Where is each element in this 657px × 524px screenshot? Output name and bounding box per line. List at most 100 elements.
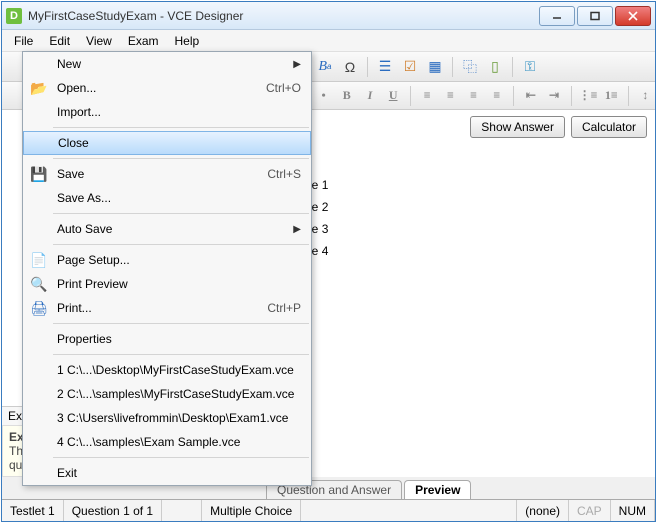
menu-separator bbox=[53, 213, 309, 214]
checklist-icon[interactable]: ☑ bbox=[399, 56, 421, 78]
status-num: NUM bbox=[611, 500, 655, 521]
toolbar-separator bbox=[628, 86, 629, 106]
format-icon[interactable]: Ba bbox=[314, 56, 336, 78]
menu-item-exit[interactable]: Exit bbox=[23, 461, 311, 485]
menu-item-recent-4[interactable]: 4 C:\...\samples\Exam Sample.vce bbox=[23, 430, 311, 454]
menu-separator bbox=[53, 457, 309, 458]
menu-separator bbox=[53, 127, 309, 128]
choice-1[interactable]: Choice 1 bbox=[273, 174, 645, 196]
close-window-button[interactable] bbox=[615, 6, 651, 26]
statusbar: Testlet 1 Question 1 of 1 Multiple Choic… bbox=[2, 499, 655, 521]
status-cap: CAP bbox=[569, 500, 611, 521]
toolbar-separator bbox=[367, 57, 368, 77]
menu-exam[interactable]: Exam bbox=[120, 31, 167, 51]
menu-item-close[interactable]: Close bbox=[23, 131, 311, 155]
menu-item-save[interactable]: 💾 Save Ctrl+S bbox=[23, 162, 311, 186]
menu-item-label: Import... bbox=[51, 105, 301, 119]
menu-item-recent-2[interactable]: 2 C:\...\samples\MyFirstCaseStudyExam.vc… bbox=[23, 382, 311, 406]
align-justify-icon[interactable]: ≡ bbox=[487, 85, 506, 107]
number-list-icon[interactable]: 1≡ bbox=[602, 85, 621, 107]
window-title: MyFirstCaseStudyExam - VCE Designer bbox=[28, 9, 539, 23]
file-menu-dropdown: New ▶ 📂 Open... Ctrl+O Import... Close 💾… bbox=[22, 51, 312, 486]
list-icon[interactable]: ☰ bbox=[374, 56, 396, 78]
choice-4[interactable]: Choice 4 bbox=[273, 240, 645, 262]
align-right-icon[interactable]: ≡ bbox=[464, 85, 483, 107]
menu-item-label: Page Setup... bbox=[51, 253, 301, 267]
underline-icon[interactable]: U bbox=[384, 85, 403, 107]
status-question-type: Multiple Choice bbox=[202, 500, 301, 521]
table-icon[interactable]: ▦ bbox=[424, 56, 446, 78]
menu-item-label: Save As... bbox=[51, 191, 301, 205]
preview-panel: of 1 Show Answer Calculator ion text Cho… bbox=[262, 110, 655, 477]
italic-icon[interactable]: I bbox=[360, 85, 379, 107]
align-center-icon[interactable]: ≡ bbox=[441, 85, 460, 107]
menu-item-new[interactable]: New ▶ bbox=[23, 52, 311, 76]
menu-item-shortcut: Ctrl+P bbox=[267, 301, 301, 315]
menu-item-auto-save[interactable]: Auto Save ▶ bbox=[23, 217, 311, 241]
menu-item-recent-1[interactable]: 1 C:\...\Desktop\MyFirstCaseStudyExam.vc… bbox=[23, 358, 311, 382]
menu-view[interactable]: View bbox=[78, 31, 120, 51]
print-preview-icon: 🔍 bbox=[27, 276, 51, 293]
status-spacer bbox=[301, 500, 517, 521]
special-char-icon[interactable]: Ω bbox=[339, 56, 361, 78]
choice-2[interactable]: Choice 2 bbox=[273, 196, 645, 218]
status-testlet: Testlet 1 bbox=[2, 500, 64, 521]
menu-item-save-as[interactable]: Save As... bbox=[23, 186, 311, 210]
status-question-number: Question 1 of 1 bbox=[64, 500, 162, 521]
copy-icon[interactable]: ⿻ bbox=[459, 56, 481, 78]
menu-edit[interactable]: Edit bbox=[41, 31, 78, 51]
align-left-icon[interactable]: ≡ bbox=[418, 85, 437, 107]
maximize-button[interactable] bbox=[577, 6, 613, 26]
menu-item-label: Open... bbox=[51, 81, 266, 95]
menu-item-label: Print Preview bbox=[51, 277, 301, 291]
question-header: of 1 Show Answer Calculator bbox=[263, 110, 655, 144]
submenu-arrow-icon: ▶ bbox=[293, 224, 301, 235]
menu-item-label: Auto Save bbox=[51, 222, 293, 236]
bold-icon[interactable]: B bbox=[337, 85, 356, 107]
menu-item-print[interactable]: 🖨 Print... Ctrl+P bbox=[23, 296, 311, 320]
menu-item-shortcut: Ctrl+S bbox=[267, 167, 301, 181]
menu-separator bbox=[53, 354, 309, 355]
choice-3[interactable]: Choice 3 bbox=[273, 218, 645, 240]
calculator-button[interactable]: Calculator bbox=[571, 116, 647, 138]
menu-item-label: Exit bbox=[51, 466, 301, 480]
menu-item-print-preview[interactable]: 🔍 Print Preview bbox=[23, 272, 311, 296]
toolbar-separator bbox=[410, 86, 411, 106]
menu-item-import[interactable]: Import... bbox=[23, 100, 311, 124]
show-answer-button[interactable]: Show Answer bbox=[470, 116, 565, 138]
status-spacer bbox=[162, 500, 202, 521]
page-setup-icon: 📄 bbox=[27, 252, 51, 269]
window-controls bbox=[539, 6, 651, 26]
menu-item-label: Print... bbox=[51, 301, 267, 315]
app-icon: D bbox=[6, 8, 22, 24]
menubar: File Edit View Exam Help bbox=[2, 30, 655, 52]
menu-item-recent-3[interactable]: 3 C:\Users\livefrommin\Desktop\Exam1.vce bbox=[23, 406, 311, 430]
menu-item-label: New bbox=[51, 57, 293, 71]
menu-separator bbox=[53, 244, 309, 245]
menu-file[interactable]: File bbox=[6, 31, 41, 51]
menu-item-label: Save bbox=[51, 167, 267, 181]
toolbar-separator bbox=[512, 57, 513, 77]
question-text: ion text bbox=[273, 150, 645, 164]
indent-increase-icon[interactable]: ⇥ bbox=[544, 85, 563, 107]
menu-item-label: 3 C:\Users\livefrommin\Desktop\Exam1.vce bbox=[51, 411, 301, 425]
submenu-arrow-icon: ▶ bbox=[293, 59, 301, 70]
menu-item-page-setup[interactable]: 📄 Page Setup... bbox=[23, 248, 311, 272]
status-none: (none) bbox=[517, 500, 569, 521]
tab-preview[interactable]: Preview bbox=[404, 480, 471, 499]
minimize-button[interactable] bbox=[539, 6, 575, 26]
key-icon[interactable]: ⚿ bbox=[519, 56, 541, 78]
page-icon[interactable]: ▯ bbox=[484, 56, 506, 78]
print-icon: 🖨 bbox=[27, 300, 51, 317]
menu-item-label: 4 C:\...\samples\Exam Sample.vce bbox=[51, 435, 301, 449]
indent-decrease-icon[interactable]: ⇤ bbox=[521, 85, 540, 107]
menu-item-shortcut: Ctrl+O bbox=[266, 81, 301, 95]
menu-item-open[interactable]: 📂 Open... Ctrl+O bbox=[23, 76, 311, 100]
menu-item-label: Close bbox=[52, 136, 300, 150]
bullet-icon[interactable]: • bbox=[314, 85, 333, 107]
bullet-list-icon[interactable]: ⋮≡ bbox=[579, 85, 598, 107]
menu-item-label: 1 C:\...\Desktop\MyFirstCaseStudyExam.vc… bbox=[51, 363, 301, 377]
menu-item-properties[interactable]: Properties bbox=[23, 327, 311, 351]
sort-icon[interactable]: ↕ bbox=[636, 85, 655, 107]
menu-help[interactable]: Help bbox=[167, 31, 208, 51]
